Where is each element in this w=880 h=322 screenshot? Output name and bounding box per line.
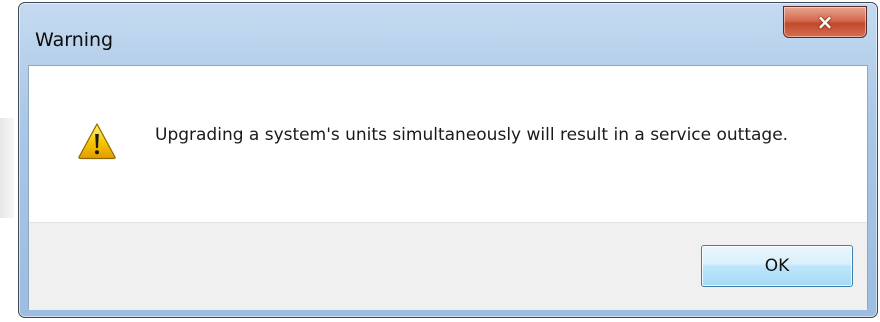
background-window-fragment [0,118,14,218]
dialog-button-bar: OK [29,222,867,310]
warning-icon [78,123,116,160]
screen: Warning × Upgrading a system's units sim… [0,0,880,322]
close-button[interactable]: × [783,6,867,38]
dialog-message: Upgrading a system's units simultaneousl… [155,125,789,145]
window-title: Warning [35,29,114,51]
title-bar[interactable]: Warning × [19,3,877,65]
warning-dialog-window: Warning × Upgrading a system's units sim… [18,2,878,318]
background-window-edge [0,0,18,322]
dialog-client-area: Upgrading a system's units simultaneousl… [28,65,868,310]
dialog-content: Upgrading a system's units simultaneousl… [29,66,867,222]
close-icon: × [816,10,834,34]
ok-button[interactable]: OK [701,245,853,287]
